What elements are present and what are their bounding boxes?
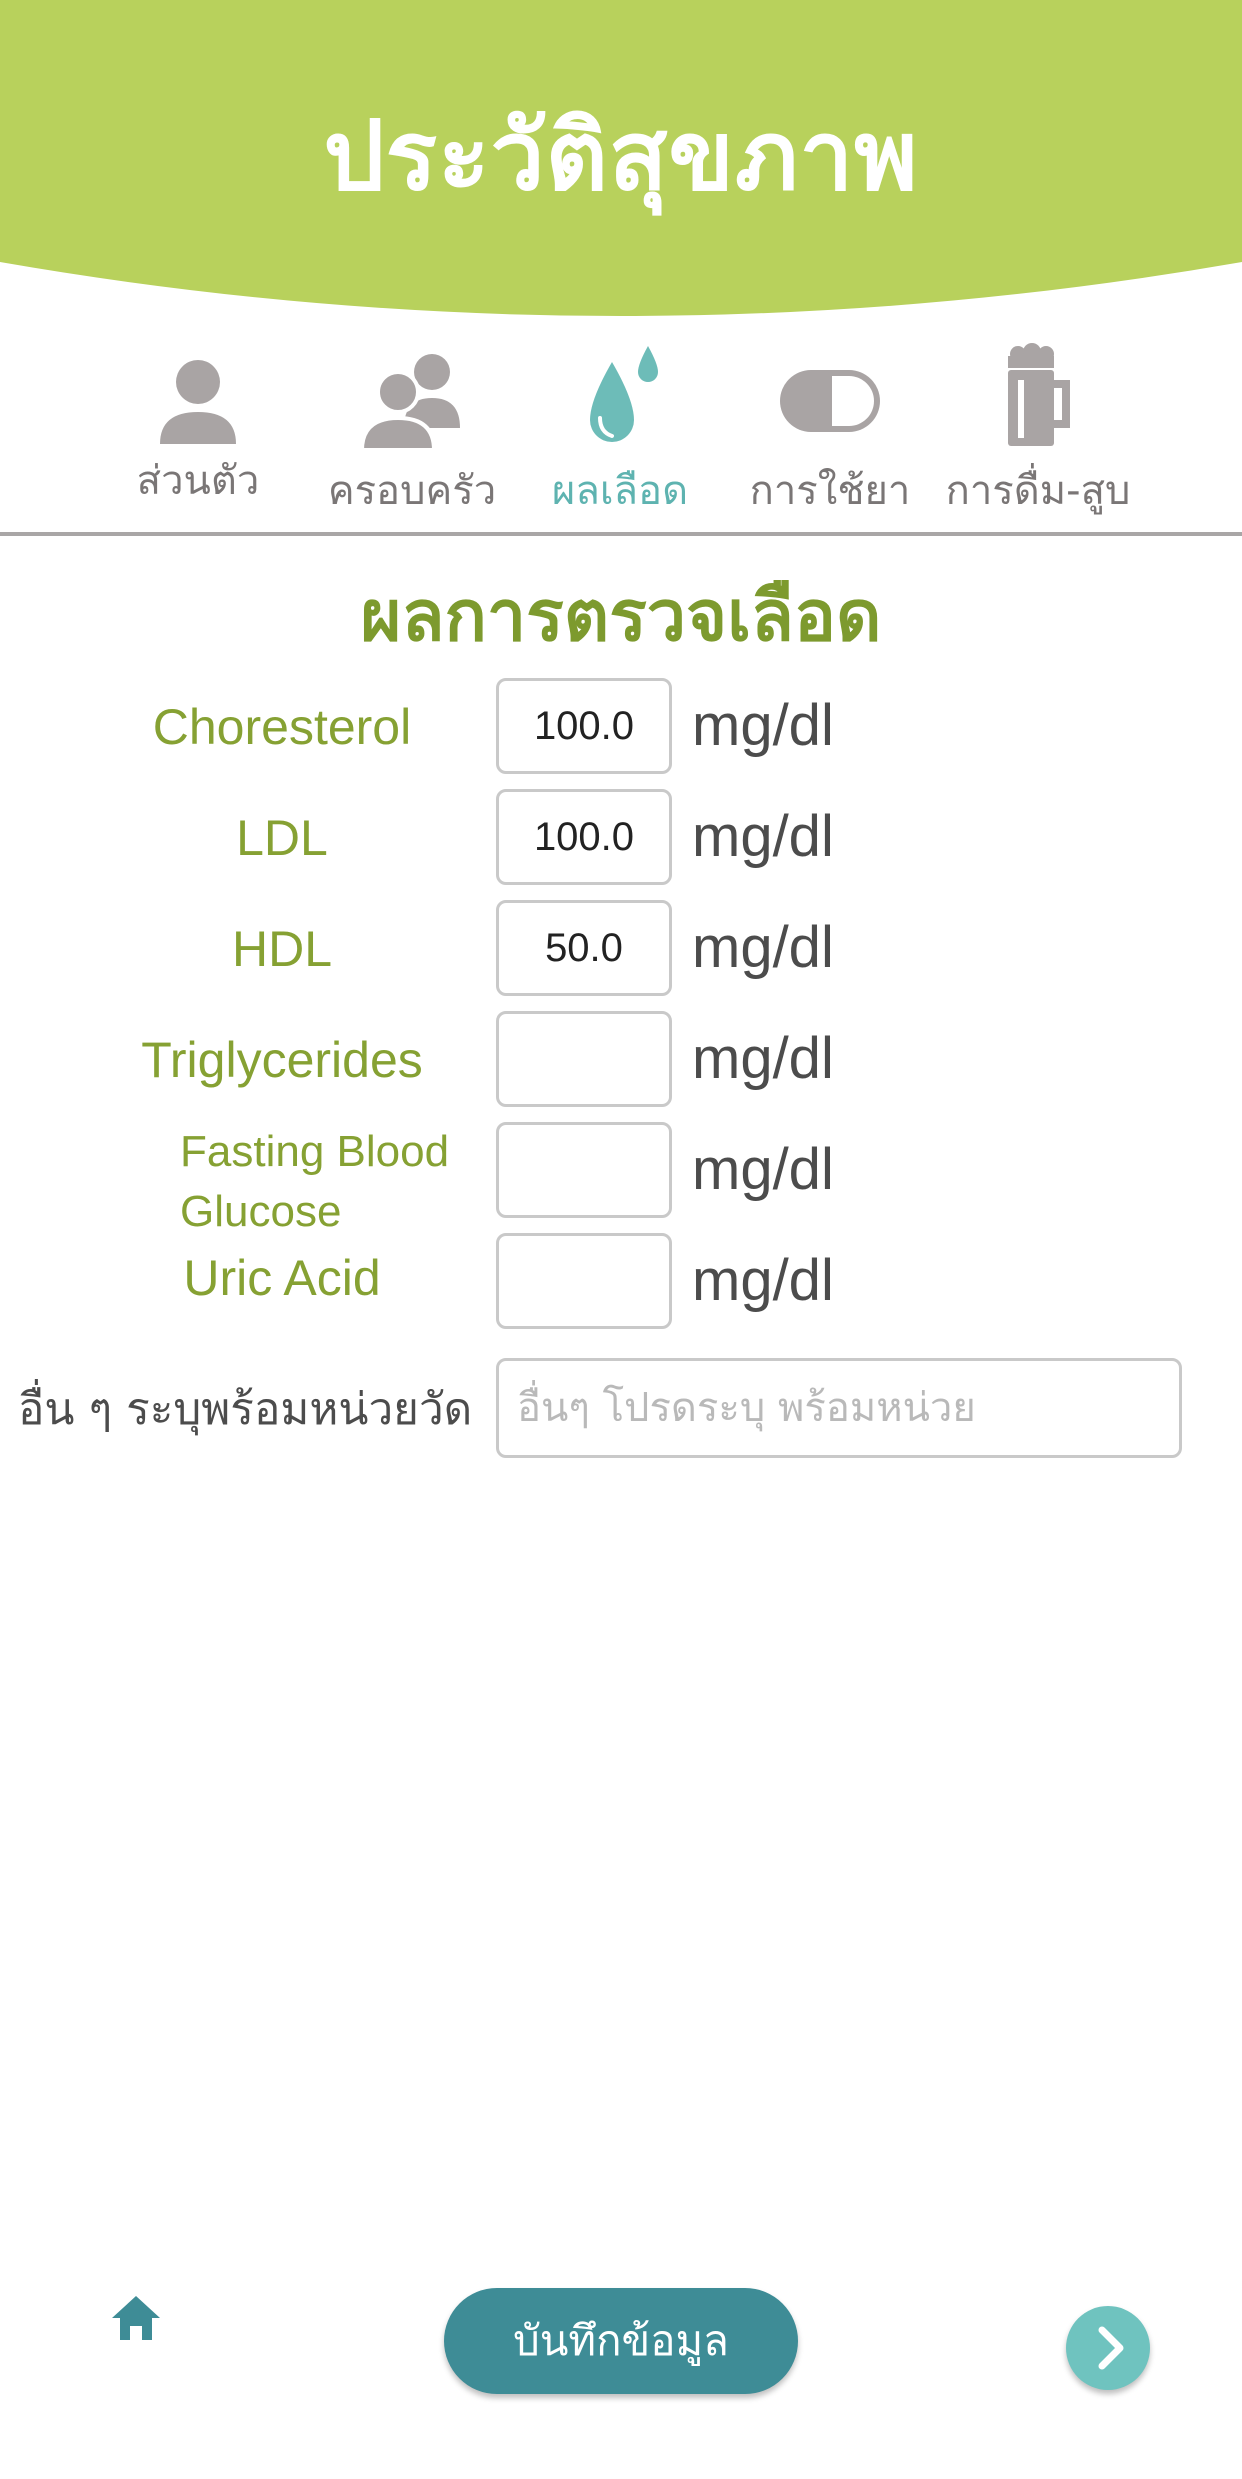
field-row-fasting-blood-glucose: Fasting Blood Glucose mg/dl [0,1122,1242,1236]
beer-mug-icon [978,340,1098,460]
chevron-right-icon [1098,2326,1124,2370]
next-button[interactable] [1066,2306,1150,2390]
unit-label: mg/dl [692,1026,834,1091]
unit-label: mg/dl [692,693,834,758]
section-title: ผลการตรวจเลือด [360,575,882,657]
tab-medication-label: การใช้ยา [749,468,911,514]
tab-medication[interactable]: การใช้ยา [730,330,930,530]
tab-blood-results-label: ผลเลือด [551,468,689,514]
family-icon [352,340,472,460]
other-input[interactable]: อื่นๆ โปรดระบุ พร้อมหน่วย [496,1358,1182,1458]
tab-drinking-smoking-label: การดื่ม-สูบ [945,468,1131,514]
field-label: HDL [231,921,333,977]
cholesterol-input[interactable]: 100.0 [496,678,672,774]
page-title: ประวัติสุขภาพ [323,100,919,212]
field-label: Uric Acid [183,1250,381,1306]
home-button[interactable] [108,2290,164,2346]
field-label: Triglycerides [141,1032,423,1088]
triglycerides-input[interactable] [496,1011,672,1107]
hdl-input[interactable]: 50.0 [496,900,672,996]
tab-family[interactable]: ครอบครัว [312,330,512,530]
field-row-triglycerides: Triglycerides mg/dl [0,1011,1242,1111]
ldl-input[interactable]: 100.0 [496,789,672,885]
unit-label: mg/dl [692,1137,834,1202]
uric-acid-input[interactable] [496,1233,672,1329]
unit-label: mg/dl [692,915,834,980]
field-label: LDL [236,810,328,866]
category-tabs: ส่วนตัว ครอบครัว ผลเลือด การใช้ยา การดื่… [0,330,1242,530]
tab-drinking-smoking[interactable]: การดื่ม-สูบ [938,330,1138,530]
pill-icon [770,340,890,460]
unit-label: mg/dl [692,804,834,869]
home-icon [112,2296,160,2340]
tab-family-label: ครอบครัว [327,468,497,514]
field-row-uric-acid: Uric Acid mg/dl [0,1233,1242,1333]
person-icon [138,340,258,460]
fasting-blood-glucose-input[interactable] [496,1122,672,1218]
blood-drop-icon [560,340,680,460]
field-label: Choresterol [152,699,412,755]
save-button[interactable]: บันทึกข้อมูล [444,2288,798,2394]
tab-personal[interactable]: ส่วนตัว [98,330,298,530]
tab-personal-label: ส่วนตัว [136,458,260,504]
field-row-cholesterol: Choresterol 100.0 mg/dl [0,678,1242,778]
field-row-ldl: LDL 100.0 mg/dl [0,789,1242,889]
field-row-hdl: HDL 50.0 mg/dl [0,900,1242,1000]
tabs-divider [0,532,1242,536]
tab-blood-results[interactable]: ผลเลือด [520,330,720,530]
other-label: อื่น ๆ ระบุพร้อมหน่วยวัด [18,1384,473,1435]
header: ประวัติสุขภาพ [0,0,1242,330]
unit-label: mg/dl [692,1248,834,1313]
field-label: Fasting Blood Glucose [180,1127,450,1236]
